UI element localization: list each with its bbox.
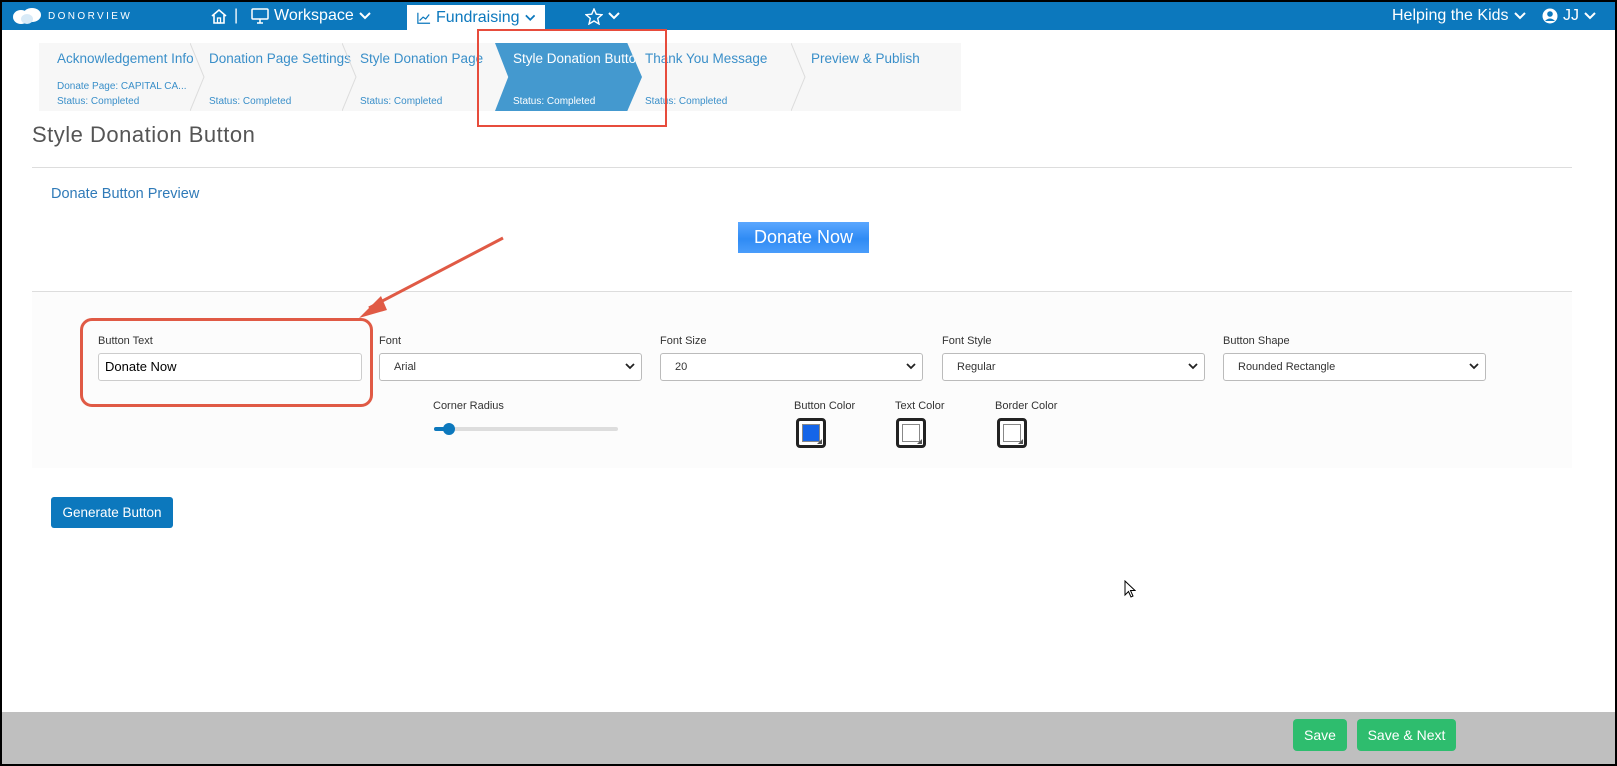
divider (32, 167, 1572, 168)
star-icon (585, 7, 603, 25)
donate-button-preview[interactable]: Donate Now (738, 222, 869, 253)
step-acknowledgement-info[interactable]: Acknowledgement Info Donate Page: CAPITA… (39, 43, 194, 111)
step-title: Acknowledgement Info (57, 51, 194, 66)
chevron-down-icon (359, 12, 371, 20)
workspace-label: Workspace (274, 7, 354, 24)
corner-radius-slider[interactable] (434, 427, 618, 431)
border-color-label: Border Color (995, 400, 1058, 412)
button-text-callout (80, 318, 373, 407)
text-color-label: Text Color (895, 400, 945, 412)
chevron-down-icon (1188, 363, 1198, 370)
picker-corner-icon (917, 439, 922, 444)
step-status: Status: Completed (360, 96, 443, 107)
step-status: Status: Completed (57, 96, 140, 107)
generate-button[interactable]: Generate Button (51, 497, 173, 528)
annotation-arrow-icon (359, 236, 504, 318)
workspace-menu[interactable]: Workspace (251, 2, 371, 30)
save-button[interactable]: Save (1293, 719, 1347, 751)
font-size-select-value: 20 (675, 361, 688, 373)
fundraising-label: Fundraising (435, 8, 520, 26)
border-color-picker[interactable] (997, 418, 1027, 448)
button-color-picker[interactable] (796, 418, 826, 448)
font-label: Font (379, 335, 402, 347)
app-window: DONORVIEW | Workspace Fundraising Helpin… (0, 0, 1617, 766)
top-nav-bar: DONORVIEW | Workspace Fundraising Helpin… (2, 2, 1615, 30)
nav-separator: | (234, 7, 239, 24)
font-size-label: Font Size (660, 335, 707, 347)
chevron-down-icon (1584, 12, 1596, 20)
picker-corner-icon (817, 439, 822, 444)
monitor-icon (251, 8, 269, 24)
save-next-button[interactable]: Save & Next (1357, 719, 1456, 751)
font-style-label: Font Style (942, 335, 992, 347)
user-avatar-icon (1542, 8, 1558, 24)
button-shape-select-value: Rounded Rectangle (1238, 361, 1336, 373)
step-title: Donation Page Settings (209, 51, 351, 66)
page-title: Style Donation Button (32, 122, 256, 147)
chevron-down-icon (524, 14, 535, 21)
brand-logo[interactable]: DONORVIEW (12, 8, 132, 25)
chevron-down-icon (906, 363, 916, 370)
step-style-donation-page[interactable]: Style Donation Page Status: Completed (342, 43, 490, 111)
chevron-down-icon (1513, 12, 1526, 20)
chart-trend-icon (417, 12, 431, 24)
step-donation-page-settings[interactable]: Donation Page Settings Status: Completed (191, 43, 351, 111)
chevron-down-icon (1469, 363, 1479, 370)
button-shape-label: Button Shape (1223, 335, 1290, 347)
user-menu[interactable]: JJ (1542, 2, 1596, 30)
step-title: Preview & Publish (811, 51, 920, 66)
font-style-select[interactable]: Regular (942, 353, 1205, 381)
organization-label: Helping the Kids (1392, 7, 1509, 24)
font-select[interactable]: Arial (379, 353, 642, 381)
step-preview-publish[interactable]: Preview & Publish (793, 43, 953, 111)
chevron-down-icon (625, 363, 635, 370)
chevron-down-icon (608, 12, 620, 20)
donorview-logo-icon (13, 8, 41, 24)
font-size-select[interactable]: 20 (660, 353, 923, 381)
fundraising-menu[interactable]: Fundraising (407, 2, 545, 30)
active-step-highlight (477, 29, 667, 127)
picker-corner-icon (1018, 439, 1023, 444)
button-color-label: Button Color (794, 400, 856, 412)
user-initials: JJ (1563, 7, 1579, 24)
home-icon (211, 8, 227, 24)
favorites-menu[interactable] (585, 2, 620, 30)
step-detail: Donate Page: CAPITAL CA... (57, 81, 187, 92)
step-title: Style Donation Page (360, 51, 484, 66)
font-select-value: Arial (394, 361, 417, 373)
home-nav-link[interactable] (210, 2, 228, 30)
text-color-picker[interactable] (896, 418, 926, 448)
organization-menu[interactable]: Helping the Kids (1392, 2, 1526, 30)
mouse-cursor-icon (1124, 580, 1136, 598)
brand-name: DONORVIEW (48, 11, 133, 22)
step-status: Status: Completed (209, 96, 292, 107)
corner-radius-label: Corner Radius (433, 400, 504, 412)
font-style-select-value: Regular (957, 361, 996, 373)
footer-bar: Save Save & Next (2, 712, 1615, 764)
button-shape-select[interactable]: Rounded Rectangle (1223, 353, 1486, 381)
preview-title: Donate Button Preview (51, 186, 200, 202)
